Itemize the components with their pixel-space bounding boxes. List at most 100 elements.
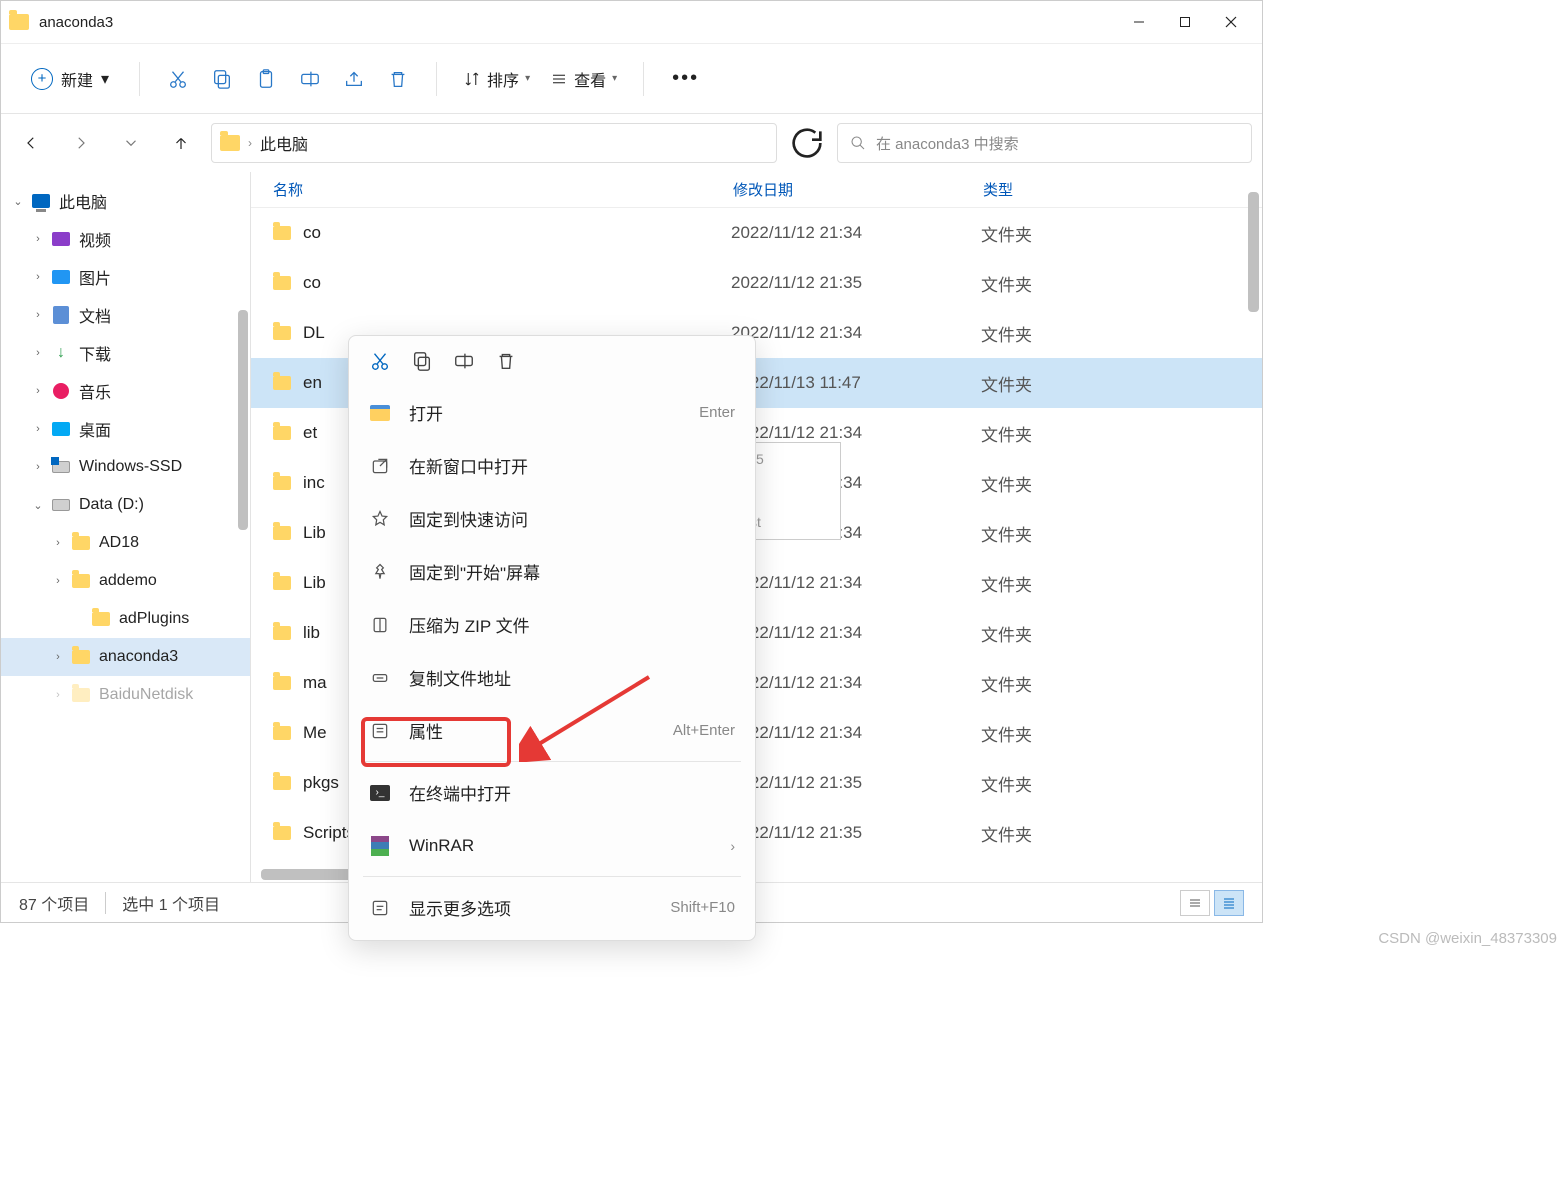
content-scrollbar[interactable] [1248, 192, 1259, 312]
sidebar-item-label: 文档 [79, 303, 111, 327]
folder-icon [273, 476, 291, 490]
file-type: 文件夹 [981, 221, 1032, 246]
sidebar-item[interactable]: adPlugins [1, 600, 250, 638]
sidebar-item[interactable]: ⌄此电脑 [1, 182, 250, 220]
close-button[interactable] [1208, 1, 1254, 44]
folder-icon [273, 276, 291, 290]
col-date[interactable]: 修改日期 [733, 179, 983, 200]
ribbon-toolbar: + 新建 ▾ 排序 ▾ 查看 ▾ ••• [1, 44, 1262, 114]
caret-icon: › [27, 347, 49, 359]
path-icon [370, 668, 390, 688]
search-input[interactable]: 在 anaconda3 中搜索 [837, 123, 1252, 163]
star-icon [370, 509, 390, 529]
sidebar-item[interactable]: ›音乐 [1, 372, 250, 410]
sidebar-item[interactable]: ›addemo [1, 562, 250, 600]
sidebar-item[interactable]: ›图片 [1, 258, 250, 296]
sidebar-item-label: addemo [99, 572, 157, 590]
folder-icon [273, 576, 291, 590]
sidebar-item-label: AD18 [99, 534, 139, 552]
sidebar-item[interactable]: ›anaconda3 [1, 638, 250, 676]
open-icon [370, 405, 390, 421]
sidebar-item[interactable]: ›桌面 [1, 410, 250, 448]
folder-icon [72, 650, 90, 664]
cut-button[interactable] [158, 59, 198, 99]
sidebar-item[interactable]: ›视频 [1, 220, 250, 258]
file-date: 2022/11/12 21:34 [731, 623, 981, 643]
sidebar-scrollbar[interactable] [238, 310, 248, 530]
titlebar: anaconda3 [1, 1, 1262, 44]
address-bar[interactable]: › 此电脑 [211, 123, 777, 163]
rename-icon[interactable] [453, 350, 475, 372]
sidebar-item-label: adPlugins [119, 610, 189, 628]
video-icon [52, 232, 70, 246]
caret-icon: ⌄ [27, 499, 49, 512]
file-type: 文件夹 [981, 621, 1032, 646]
file-row[interactable]: co2022/11/12 21:34文件夹 [251, 208, 1262, 258]
sidebar-item-label: anaconda3 [99, 648, 178, 666]
file-type: 文件夹 [981, 421, 1032, 446]
sidebar-item[interactable]: ⌄Data (D:) [1, 486, 250, 524]
caret-icon: ⌄ [7, 195, 29, 208]
window-title: anaconda3 [39, 14, 113, 31]
file-type: 文件夹 [981, 471, 1032, 496]
caret-icon: › [27, 461, 49, 473]
minimize-button[interactable] [1116, 1, 1162, 44]
copy-button[interactable] [202, 59, 242, 99]
file-name: co [303, 223, 731, 243]
folder-icon [273, 626, 291, 640]
nav-row: › 此电脑 在 anaconda3 中搜索 [1, 114, 1262, 172]
col-type[interactable]: 类型 [983, 179, 1163, 200]
ctx-winrar[interactable]: WinRAR › [349, 819, 755, 872]
ctx-pin-quick[interactable]: 固定到快速访问 [349, 492, 755, 545]
paste-button[interactable] [246, 59, 286, 99]
status-count: 87 个项目 [19, 891, 89, 915]
col-name[interactable]: 名称 [273, 179, 733, 200]
ctx-zip[interactable]: 压缩为 ZIP 文件 [349, 598, 755, 651]
folder-icon [273, 426, 291, 440]
plus-icon: + [31, 68, 53, 90]
ctx-properties[interactable]: 属性 Alt+Enter [349, 704, 755, 757]
ctx-open[interactable]: 打开 Enter [349, 386, 755, 439]
ctx-more[interactable]: 显示更多选项 Shift+F10 [349, 881, 755, 934]
recent-button[interactable] [111, 123, 151, 163]
maximize-button[interactable] [1162, 1, 1208, 44]
sidebar-item-label: 音乐 [79, 379, 111, 403]
back-button[interactable] [11, 123, 51, 163]
sidebar-item[interactable]: ›AD18 [1, 524, 250, 562]
forward-button[interactable] [61, 123, 101, 163]
up-button[interactable] [161, 123, 201, 163]
music-icon [53, 383, 69, 399]
file-row[interactable]: co2022/11/12 21:35文件夹 [251, 258, 1262, 308]
cut-icon[interactable] [369, 350, 391, 372]
delete-icon[interactable] [495, 350, 517, 372]
new-button[interactable]: + 新建 ▾ [19, 61, 121, 97]
copy-icon[interactable] [411, 350, 433, 372]
breadcrumb[interactable]: 此电脑 [260, 131, 308, 155]
winrar-icon [371, 836, 389, 856]
sort-button[interactable]: 排序 ▾ [455, 63, 538, 95]
view-details-button[interactable] [1214, 890, 1244, 916]
sidebar-item-label: 图片 [79, 265, 111, 289]
sidebar-item[interactable]: ›BaiduNetdisk [1, 676, 250, 714]
folder-icon [72, 688, 90, 702]
more-button[interactable]: ••• [662, 63, 709, 94]
file-type: 文件夹 [981, 521, 1032, 546]
rename-button[interactable] [290, 59, 330, 99]
sidebar-item-label: 下载 [79, 341, 111, 365]
delete-button[interactable] [378, 59, 418, 99]
sidebar-item[interactable]: ›↓下载 [1, 334, 250, 372]
share-button[interactable] [334, 59, 374, 99]
ctx-terminal[interactable]: ›_ 在终端中打开 [349, 766, 755, 819]
view-list-button[interactable] [1180, 890, 1210, 916]
ctx-pin-start[interactable]: 固定到"开始"屏幕 [349, 545, 755, 598]
sidebar-item[interactable]: ›文档 [1, 296, 250, 334]
refresh-button[interactable] [787, 123, 827, 163]
watermark: CSDN @weixin_48373309 [1378, 930, 1557, 947]
view-button[interactable]: 查看 ▾ [542, 63, 625, 95]
file-type: 文件夹 [981, 571, 1032, 596]
ctx-copy-path[interactable]: 复制文件地址 [349, 651, 755, 704]
sidebar-item[interactable]: ›Windows-SSD [1, 448, 250, 486]
desk-icon [52, 422, 70, 436]
ctx-new-window[interactable]: 在新窗口中打开 [349, 439, 755, 492]
folder-icon [9, 14, 29, 30]
